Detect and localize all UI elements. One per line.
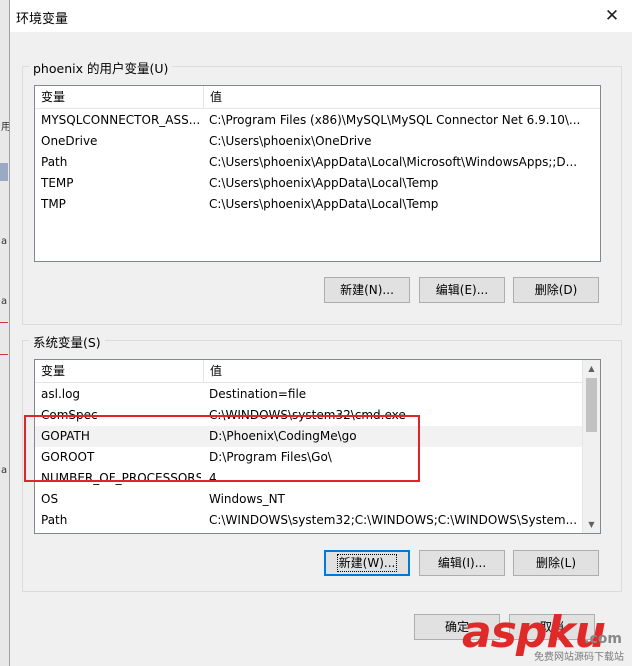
background-control (0, 163, 8, 181)
scroll-up-icon[interactable]: ▲ (583, 360, 600, 377)
system-new-button[interactable]: 新建(W)... (324, 550, 410, 576)
table-row[interactable]: OS Windows_NT (35, 489, 583, 510)
user-new-button[interactable]: 新建(N)... (324, 277, 410, 303)
vertical-scrollbar[interactable]: ▲ ▼ (582, 360, 600, 533)
system-delete-button[interactable]: 删除(L) (513, 550, 599, 576)
variable-value: C:\Users\phoenix\OneDrive (209, 134, 372, 148)
variable-name: Path (41, 513, 68, 527)
variable-name: OS (41, 492, 59, 506)
window-title: 环境变量 (16, 12, 69, 27)
title-bar: 环境变量 ✕ (10, 0, 632, 32)
table-row[interactable]: MYSQLCONNECTOR_ASS... C:\Program Files (… (35, 110, 600, 131)
table-row[interactable]: TEMP C:\Users\phoenix\AppData\Local\Temp (35, 173, 600, 194)
close-icon[interactable]: ✕ (597, 3, 627, 29)
highlight-annotation (24, 415, 420, 482)
background-mark (0, 322, 8, 323)
scroll-down-icon[interactable]: ▼ (583, 516, 600, 533)
user-variables-label: phoenix 的用户变量(U) (29, 58, 173, 77)
environment-variables-dialog: 环境变量 ✕ phoenix 的用户变量(U) 变量 值 MYSQLCONNEC… (9, 0, 632, 666)
user-delete-button[interactable]: 删除(D) (513, 277, 599, 303)
button-label: 新建(N)... (340, 283, 394, 297)
variable-name: Path (41, 155, 68, 169)
column-header-variable[interactable]: 变量 (35, 86, 65, 108)
variable-name: MYSQLCONNECTOR_ASS... (41, 113, 201, 127)
system-edit-button[interactable]: 编辑(I)... (419, 550, 505, 576)
background-label: a (1, 465, 8, 476)
button-label: 删除(L) (535, 556, 577, 570)
watermark-domain: .com (584, 631, 622, 647)
variable-value: Windows_NT (209, 492, 285, 506)
background-mark (0, 354, 8, 355)
column-header-value[interactable]: 值 (204, 86, 222, 108)
scroll-thumb[interactable] (586, 378, 597, 432)
variable-value: C:\Users\phoenix\AppData\Local\Temp (209, 176, 439, 190)
variable-name: OneDrive (41, 134, 98, 148)
background-label: a (1, 236, 8, 247)
user-edit-button[interactable]: 编辑(E)... (419, 277, 505, 303)
watermark: aspku .com 免费网站源码下载站 (462, 607, 624, 663)
variable-value: C:\Program Files (x86)\MySQL\MySQL Conne… (209, 113, 581, 127)
table-row[interactable]: OneDrive C:\Users\phoenix\OneDrive (35, 131, 600, 152)
table-row[interactable]: TMP C:\Users\phoenix\AppData\Local\Temp (35, 194, 600, 215)
variable-value: C:\Users\phoenix\AppData\Local\Temp (209, 197, 439, 211)
user-variables-group: phoenix 的用户变量(U) 变量 值 MYSQLCONNECTOR_ASS… (22, 58, 622, 325)
watermark-subtitle: 免费网站源码下载站 (534, 652, 624, 663)
button-label: 编辑(I)... (437, 556, 487, 570)
variable-name: TEMP (41, 176, 74, 190)
variable-value: Destination=file (209, 387, 307, 401)
table-row[interactable]: Path C:\WINDOWS\system32;C:\WINDOWS;C:\W… (35, 510, 583, 531)
list-header: 变量 值 (35, 86, 600, 109)
background-label: a (1, 296, 8, 307)
table-row[interactable]: asl.log Destination=file (35, 384, 583, 405)
column-header-variable[interactable]: 变量 (35, 360, 65, 382)
column-header-value[interactable]: 值 (204, 360, 222, 382)
variable-name: TMP (41, 197, 66, 211)
button-label: 新建(W)... (336, 554, 398, 572)
button-label: 编辑(E)... (435, 283, 489, 297)
table-row[interactable]: Path C:\Users\phoenix\AppData\Local\Micr… (35, 152, 600, 173)
system-variables-label: 系统变量(S) (29, 332, 105, 351)
variable-value: C:\WINDOWS\system32;C:\WINDOWS;C:\WINDOW… (209, 513, 577, 527)
list-header: 变量 值 (35, 360, 583, 383)
button-label: 删除(D) (534, 283, 578, 297)
variable-value: C:\Users\phoenix\AppData\Local\Microsoft… (209, 155, 578, 169)
variable-name: asl.log (41, 387, 81, 401)
user-variables-list[interactable]: 变量 值 MYSQLCONNECTOR_ASS... C:\Program Fi… (34, 85, 601, 262)
